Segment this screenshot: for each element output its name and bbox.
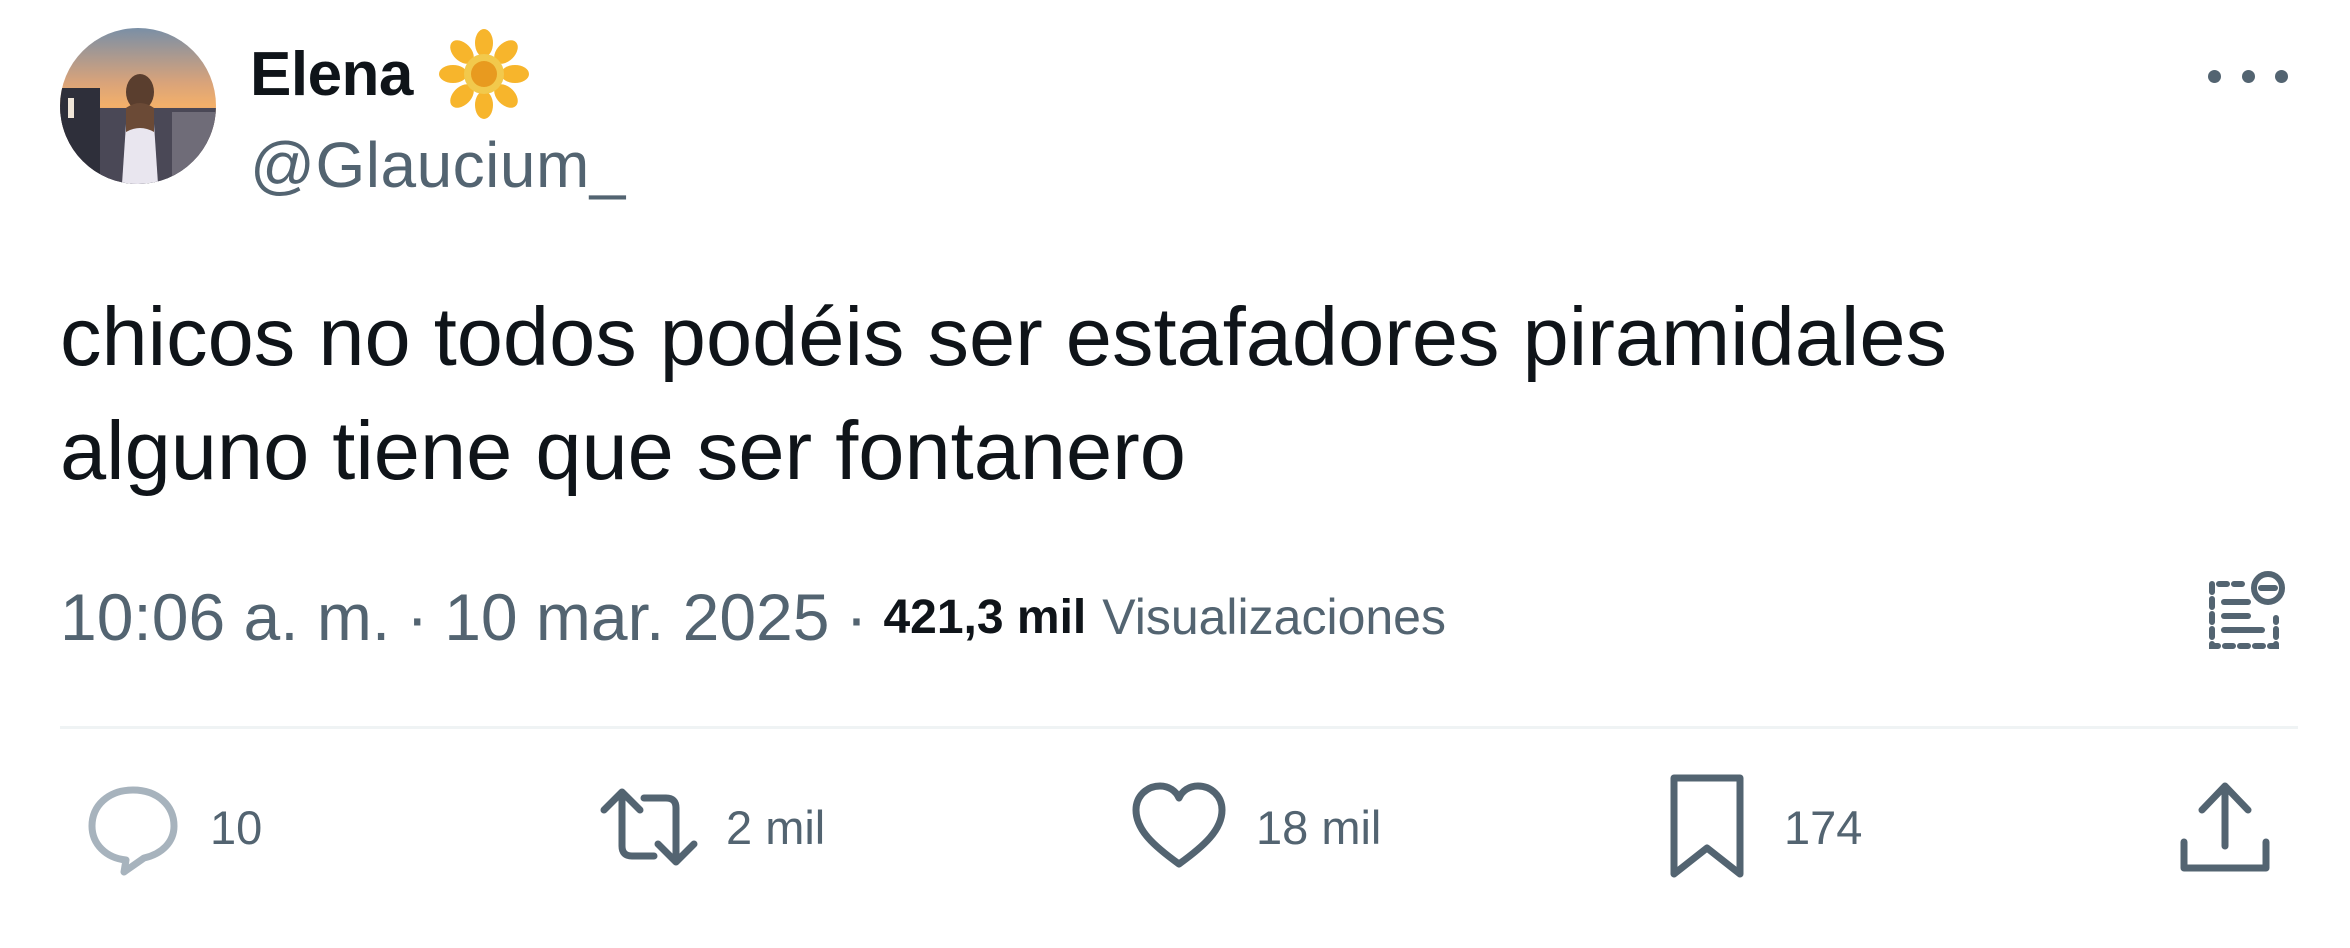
tweet-card: Elena @Glaucium_ chicos no todos podéis … — [0, 0, 2350, 948]
more-dot — [2275, 69, 2288, 83]
views-count: 421,3 mil — [883, 590, 1087, 644]
community-notes-icon — [2209, 571, 2285, 649]
display-name[interactable]: Elena — [250, 39, 413, 110]
share-button[interactable] — [2170, 772, 2280, 882]
reply-button[interactable]: 10 — [78, 772, 262, 882]
more-options-button[interactable] — [2208, 56, 2288, 96]
retweet-icon — [600, 788, 698, 866]
views-label: Visualizaciones — [1102, 589, 1446, 645]
tweet-time[interactable]: 10:06 a. m. — [60, 579, 390, 655]
tweet-meta: 10:06 a. m. · 10 mar. 2025 · 421,3 mil V… — [60, 572, 1446, 662]
bookmark-button[interactable]: 174 — [1652, 772, 1862, 882]
heart-icon — [1132, 782, 1226, 868]
meta-separator: · — [845, 580, 868, 654]
divider — [60, 726, 2298, 729]
tweet-date[interactable]: 10 mar. 2025 — [444, 579, 829, 655]
retweet-button[interactable]: 2 mil — [594, 772, 825, 882]
display-name-row: Elena — [250, 29, 529, 119]
community-notes-button[interactable] — [2196, 566, 2292, 662]
more-dots-icon — [2208, 69, 2221, 83]
author-handle[interactable]: @Glaucium_ — [250, 128, 626, 202]
avatar[interactable] — [60, 28, 216, 184]
tweet-text: chicos no todos podéis ser estafadores p… — [60, 290, 1947, 497]
sunflower-emoji-icon — [438, 29, 529, 119]
reply-bubble-icon — [88, 786, 178, 876]
meta-separator: · — [406, 580, 429, 654]
like-button[interactable]: 18 mil — [1124, 772, 1381, 882]
bookmark-count: 174 — [1784, 800, 1863, 854]
reply-count: 10 — [210, 800, 263, 854]
bookmark-icon — [1670, 774, 1744, 878]
like-count: 18 mil — [1256, 800, 1382, 854]
avatar-image — [60, 28, 216, 184]
more-dot — [2241, 69, 2255, 83]
retweet-count: 2 mil — [726, 800, 826, 854]
share-icon — [2180, 782, 2270, 872]
